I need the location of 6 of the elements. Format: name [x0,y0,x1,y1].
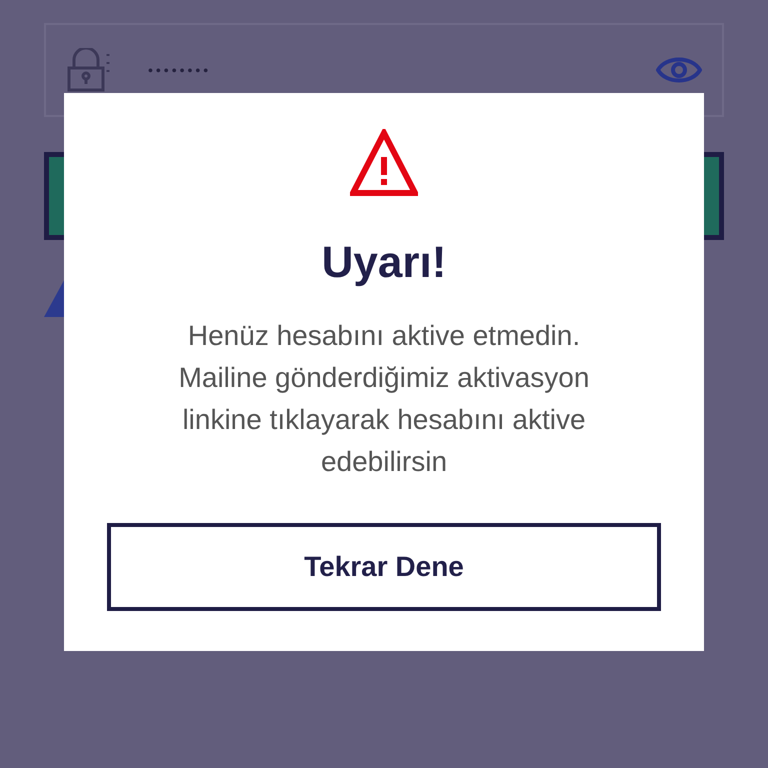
retry-button[interactable]: Tekrar Dene [107,523,661,611]
lock-icon [66,48,112,92]
password-input[interactable]: •••••••• [148,60,620,80]
warning-icon [350,129,418,197]
dialog-title: Uyarı! [322,241,446,285]
dialog-message: Henüz hesabını aktive etmedin. Mailine gönderdiğimiz aktivasyon linkine tıklayarak hesabını aktive edebilirsin [178,319,590,479]
